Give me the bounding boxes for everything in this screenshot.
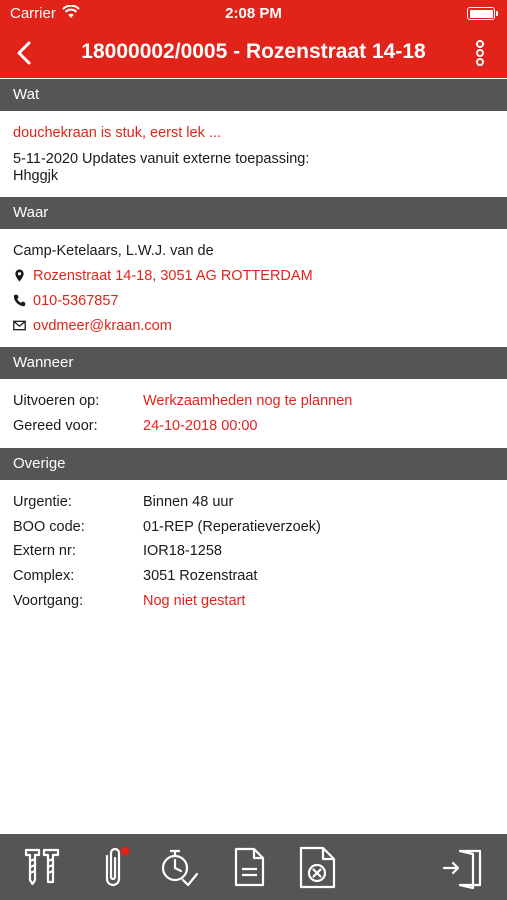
extern-nr-label: Extern nr: [13,543,76,559]
logout-icon[interactable] [440,844,484,890]
complex-label: Complex: [13,568,75,584]
section-header-waar: Waar [0,197,507,229]
battery-icon [467,7,498,20]
timer-check-icon[interactable] [157,844,201,890]
envelope-icon [13,320,26,331]
voortgang-label: Voortgang: [13,593,84,609]
description-link[interactable]: douchekraan is stuk, eerst lek ... [13,124,221,142]
section-header-overige: Overige [0,448,507,480]
gereed-value[interactable]: 24-10-2018 00:00 [143,418,258,434]
phone-icon [13,294,26,307]
navigation-bar: 18000002/0005 - Rozenstraat 14-18 [0,28,507,78]
update-note-line-1: 5-11-2020 Updates vanuit externe toepass… [13,151,310,167]
map-pin-icon [15,269,24,282]
urgentie-value: Binnen 48 uur [143,494,234,510]
document-icon[interactable] [227,844,271,890]
section-header-wat: Wat [0,79,507,111]
cancel-document-icon[interactable] [296,844,340,890]
complex-value: 3051 Rozenstraat [143,568,258,584]
extern-nr-value: IOR18-1258 [143,543,222,559]
clock: 2:08 PM [225,5,282,22]
status-bar: Carrier 2:08 PM [0,0,507,28]
top-bar: Carrier 2:08 PM 18000002/0005 - Rozenstr… [0,0,507,78]
address-link[interactable]: Rozenstraat 14-18, 3051 AG ROTTERDAM [33,267,313,285]
gereed-label: Gereed voor: [13,418,98,434]
more-vertical-icon[interactable] [469,38,491,68]
section-header-wanneer: Wanneer [0,347,507,379]
phone-link[interactable]: 010-5367857 [33,292,118,310]
notification-dot [120,846,130,856]
update-note-line-2: Hhggjk [13,168,59,184]
bottom-toolbar [0,834,507,900]
tools-icon[interactable] [20,844,64,890]
uitvoeren-value[interactable]: Werkzaamheden nog te plannen [143,393,352,409]
email-link[interactable]: ovdmeer@kraan.com [33,317,172,335]
uitvoeren-label: Uitvoeren op: [13,393,100,409]
urgentie-label: Urgentie: [13,494,72,510]
contact-name: Camp-Ketelaars, L.W.J. van de [13,243,214,259]
attachment-icon[interactable] [92,844,136,890]
page-title: 18000002/0005 - Rozenstraat 14-18 [81,40,426,63]
boo-code-value: 01-REP (Reperatieverzoek) [143,519,321,535]
voortgang-value[interactable]: Nog niet gestart [143,593,245,609]
boo-code-label: BOO code: [13,519,85,535]
